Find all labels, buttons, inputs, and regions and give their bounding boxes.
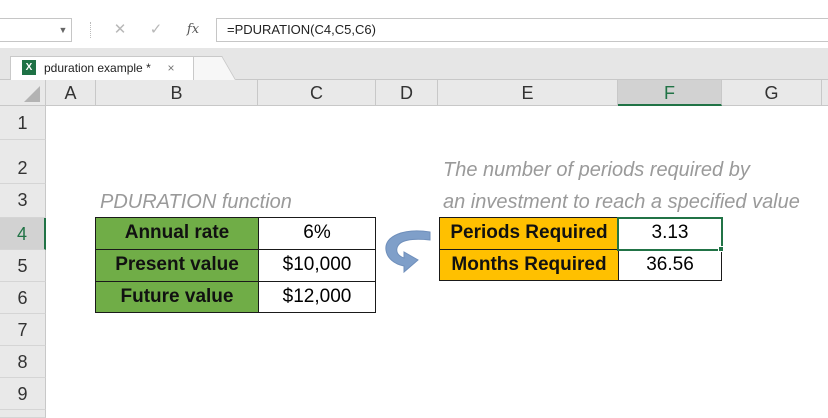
note-line-1: The number of periods required by [443, 159, 750, 181]
input-label-annual-rate[interactable]: Annual rate [95, 217, 259, 250]
excel-file-icon: X [22, 60, 36, 75]
formula-bar-divider [90, 22, 92, 38]
active-cell-selection[interactable] [617, 217, 723, 251]
row-header-7[interactable]: 7 [0, 314, 46, 346]
column-header-c[interactable]: C [258, 80, 376, 106]
column-header-f[interactable]: F [618, 80, 722, 106]
row-header-9[interactable]: 9 [0, 378, 46, 410]
enter-icon[interactable]: ✓ [144, 19, 168, 41]
row-header-6[interactable]: 6 [0, 282, 46, 314]
row-header-8[interactable]: 8 [0, 346, 46, 378]
formula-input[interactable]: =PDURATION(C4,C5,C6) [216, 18, 828, 42]
row-header-10-partial[interactable] [0, 410, 46, 418]
column-header-e[interactable]: E [438, 80, 618, 106]
row-header-3[interactable]: 3 [0, 184, 46, 218]
input-value-future-value[interactable]: $12,000 [258, 281, 376, 313]
note-line-2: an investment to reach a specified value [443, 191, 800, 213]
row-header-4[interactable]: 4 [0, 218, 46, 250]
input-label-future-value[interactable]: Future value [95, 281, 259, 313]
sheet-tab-label[interactable]: pduration example * [44, 58, 151, 78]
close-tab-icon[interactable]: × [164, 58, 178, 78]
fill-handle[interactable] [718, 246, 724, 252]
insert-function-icon[interactable]: fx [180, 19, 206, 41]
input-value-present-value[interactable]: $10,000 [258, 249, 376, 282]
pduration-function-title: PDURATION function [100, 191, 292, 213]
column-header-g[interactable]: G [722, 80, 822, 106]
column-header-d[interactable]: D [376, 80, 438, 106]
input-label-present-value[interactable]: Present value [95, 249, 259, 282]
column-header-h-partial[interactable] [822, 80, 828, 106]
name-box-dropdown-icon[interactable]: ▼ [56, 19, 70, 41]
row-header-1[interactable]: 1 [0, 106, 46, 140]
column-header-b[interactable]: B [96, 80, 258, 106]
select-all-triangle-icon [24, 86, 40, 102]
result-label-months-required[interactable]: Months Required [439, 249, 619, 281]
result-value-months-required[interactable]: 36.56 [618, 249, 722, 281]
cancel-icon[interactable]: ✕ [108, 19, 132, 41]
result-label-periods-required[interactable]: Periods Required [439, 217, 619, 250]
input-value-annual-rate[interactable]: 6% [258, 217, 376, 250]
row-header-2[interactable]: 2 [0, 140, 46, 184]
curved-arrow-icon [385, 230, 431, 274]
row-header-5[interactable]: 5 [0, 250, 46, 282]
column-header-a[interactable]: A [46, 80, 96, 106]
